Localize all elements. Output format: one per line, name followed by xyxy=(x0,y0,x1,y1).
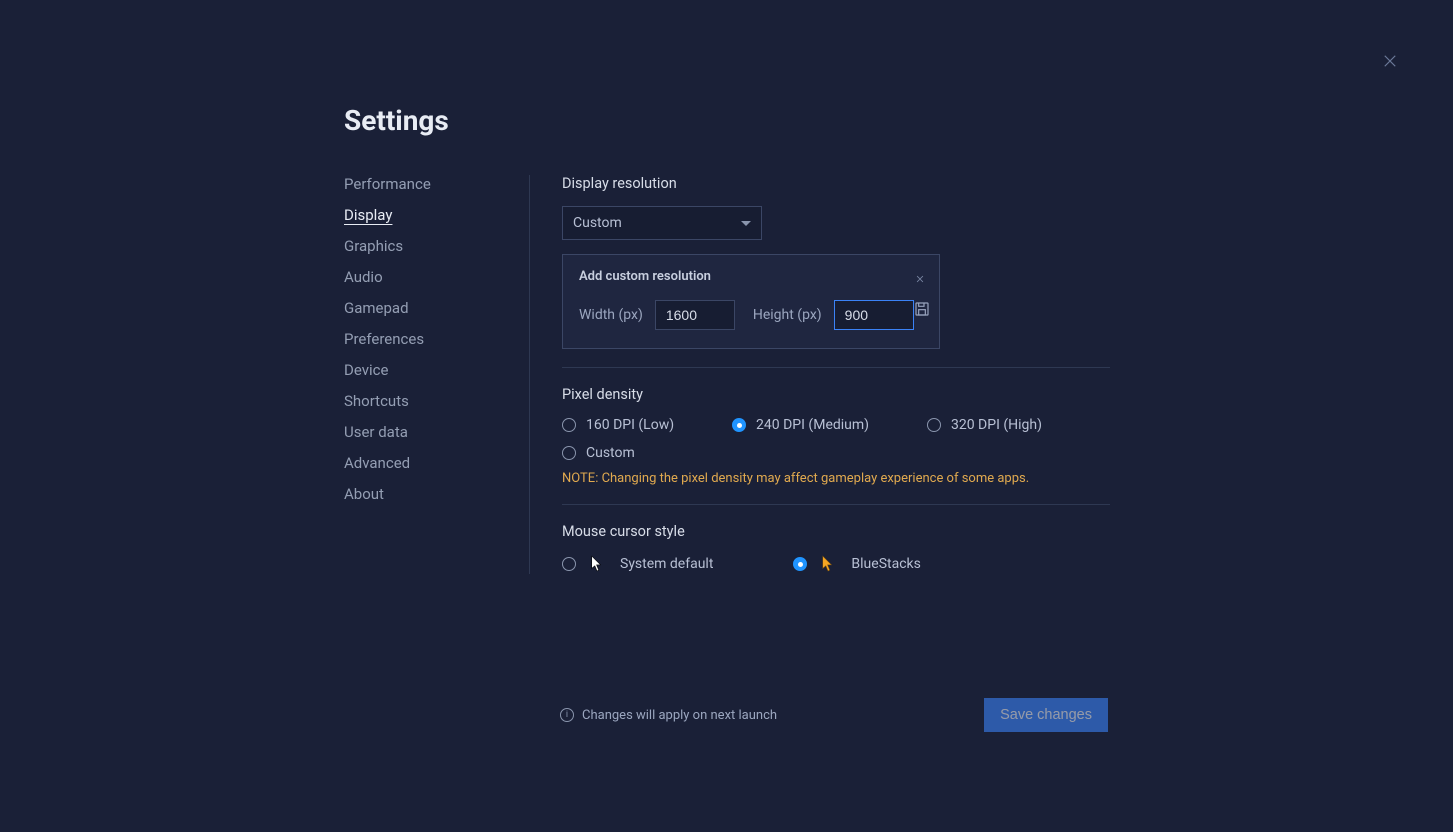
cursor-bluestacks-radio[interactable]: BlueStacks xyxy=(793,554,920,574)
dpi-240-label: 240 DPI (Medium) xyxy=(756,417,869,433)
sidebar-item-preferences[interactable]: Preferences xyxy=(344,330,509,348)
dpi-240-radio[interactable]: 240 DPI (Medium) xyxy=(732,417,869,433)
height-label: Height (px) xyxy=(753,307,822,323)
resolution-select[interactable]: Custom xyxy=(562,206,762,240)
footer-note: i Changes will apply on next launch xyxy=(560,708,777,723)
dpi-custom-label: Custom xyxy=(586,445,635,461)
cursor-arrow-white-icon xyxy=(590,554,606,574)
dpi-320-label: 320 DPI (High) xyxy=(951,417,1042,433)
chevron-down-icon xyxy=(741,221,751,226)
mouse-cursor-label: Mouse cursor style xyxy=(562,523,1110,540)
save-changes-button[interactable]: Save changes xyxy=(984,698,1108,732)
dpi-160-label: 160 DPI (Low) xyxy=(586,417,674,433)
resolution-select-value: Custom xyxy=(573,215,622,231)
width-input[interactable] xyxy=(655,300,735,330)
settings-sidebar: Performance Display Graphics Audio Gamep… xyxy=(344,175,530,574)
custom-resolution-panel: Add custom resolution Width (px) Height … xyxy=(562,254,940,349)
save-resolution-icon[interactable] xyxy=(914,301,930,317)
dpi-320-radio[interactable]: 320 DPI (High) xyxy=(927,417,1042,433)
cursor-system-default-radio[interactable]: System default xyxy=(562,554,713,574)
sidebar-item-about[interactable]: About xyxy=(344,485,509,503)
sidebar-item-graphics[interactable]: Graphics xyxy=(344,237,509,255)
sidebar-item-shortcuts[interactable]: Shortcuts xyxy=(344,392,509,410)
sidebar-item-display[interactable]: Display xyxy=(344,206,509,224)
cursor-system-default-label: System default xyxy=(620,556,713,572)
width-label: Width (px) xyxy=(579,307,643,323)
custom-resolution-title: Add custom resolution xyxy=(579,269,923,284)
dpi-custom-radio[interactable]: Custom xyxy=(562,445,635,461)
close-icon[interactable] xyxy=(1381,52,1399,70)
dpi-160-radio[interactable]: 160 DPI (Low) xyxy=(562,417,674,433)
sidebar-item-advanced[interactable]: Advanced xyxy=(344,454,509,472)
height-input[interactable] xyxy=(834,300,914,330)
sidebar-item-device[interactable]: Device xyxy=(344,361,509,379)
page-title: Settings xyxy=(344,104,1110,137)
footer-note-text: Changes will apply on next launch xyxy=(582,708,777,723)
info-icon: i xyxy=(560,708,574,722)
panel-close-icon[interactable] xyxy=(915,269,925,279)
sidebar-item-audio[interactable]: Audio xyxy=(344,268,509,286)
cursor-bluestacks-label: BlueStacks xyxy=(851,556,920,572)
display-resolution-label: Display resolution xyxy=(562,175,1110,192)
sidebar-item-performance[interactable]: Performance xyxy=(344,175,509,193)
sidebar-item-user-data[interactable]: User data xyxy=(344,423,509,441)
pixel-density-label: Pixel density xyxy=(562,386,1110,403)
sidebar-item-gamepad[interactable]: Gamepad xyxy=(344,299,509,317)
pixel-density-note: NOTE: Changing the pixel density may aff… xyxy=(562,471,1110,486)
cursor-arrow-orange-icon xyxy=(821,554,837,574)
